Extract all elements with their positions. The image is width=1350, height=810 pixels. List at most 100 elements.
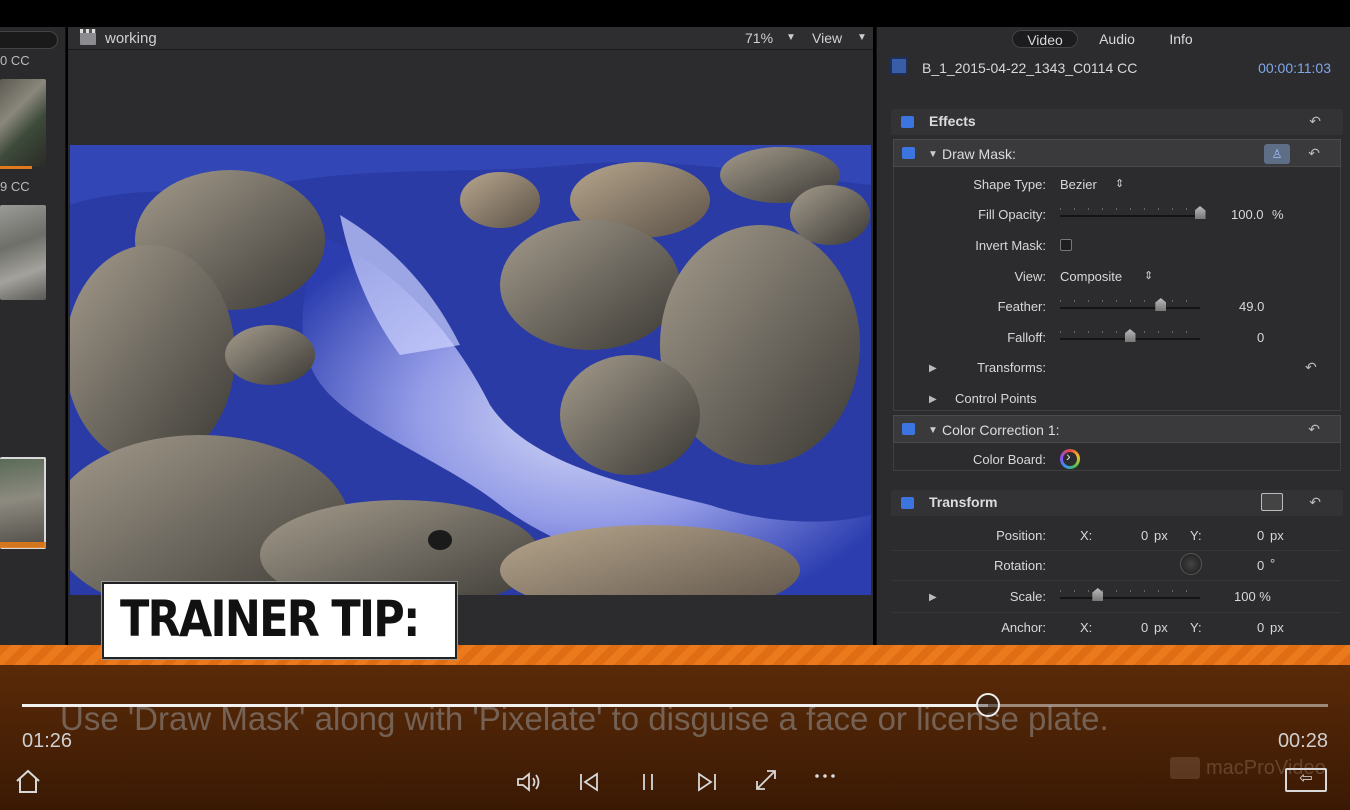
tab-info[interactable]: Info — [1163, 30, 1199, 48]
reset-icon[interactable]: ↶ — [1308, 145, 1320, 162]
y-label: Y: — [1190, 620, 1202, 635]
fill-opacity-label: Fill Opacity: — [978, 207, 1046, 222]
browser-search-field[interactable] — [0, 31, 58, 49]
zoom-dropdown-icon[interactable]: ▼ — [786, 32, 796, 43]
anchor-x-value[interactable]: 0 — [1141, 620, 1148, 635]
view-label: View: — [1014, 269, 1046, 284]
progress-bar[interactable] — [22, 704, 1328, 707]
transform-enable-checkbox[interactable] — [901, 497, 914, 509]
reset-icon[interactable]: ↶ — [1305, 359, 1328, 376]
inspector: Video Audio Info B_1_2015-04-22_1343_C01… — [876, 27, 1350, 645]
color-board-label: Color Board: — [973, 452, 1046, 467]
pause-icon[interactable] — [638, 771, 658, 793]
color-board-icon[interactable] — [1060, 448, 1080, 469]
color-correction-title: Color Correction 1: — [942, 422, 1060, 438]
trainer-tip-box: TRAINER TIP: — [102, 582, 457, 659]
viewer: working 71% ▼ View ▼ — [68, 27, 873, 645]
draw-mask-enable-checkbox[interactable] — [902, 147, 915, 159]
clip-timecode: 00:00:11:03 — [1258, 60, 1331, 76]
more-icon[interactable] — [814, 772, 836, 780]
px-unit: px — [1270, 528, 1284, 543]
clip-thumbnail[interactable] — [0, 205, 46, 300]
skip-forward-icon[interactable] — [696, 771, 718, 793]
transform-onscreen-icon[interactable] — [1261, 493, 1283, 511]
transform-section-header[interactable]: Transform ↶ — [891, 490, 1343, 516]
clip-name: B_1_2015-04-22_1343_C0114 CC — [922, 60, 1138, 76]
anchor-label: Anchor: — [1001, 620, 1046, 635]
clip-label: 9 CC — [0, 179, 30, 194]
clapper-icon — [80, 29, 96, 45]
px-unit: px — [1154, 620, 1168, 635]
volume-icon[interactable] — [516, 770, 544, 794]
feather-label: Feather: — [997, 299, 1046, 314]
invert-mask-label: Invert Mask: — [975, 238, 1046, 253]
control-points-label[interactable]: Control Points — [955, 391, 1037, 406]
feather-slider[interactable] — [1060, 298, 1200, 311]
scale-value[interactable]: 100 % — [1234, 589, 1271, 604]
clip-used-bar — [0, 542, 46, 548]
clip-used-bar — [0, 166, 32, 169]
px-unit: px — [1154, 528, 1168, 543]
draw-mask-title: Draw Mask: — [942, 146, 1016, 162]
watermark-logo — [1170, 757, 1200, 779]
shape-type-label: Shape Type: — [973, 177, 1046, 192]
clip-thumbnail[interactable] — [0, 79, 46, 167]
rotation-dial[interactable] — [1180, 553, 1202, 575]
view-menu[interactable]: View — [812, 30, 842, 46]
fill-opacity-slider[interactable] — [1060, 206, 1206, 219]
top-black-bar — [0, 0, 1350, 27]
invert-mask-checkbox[interactable] — [1060, 239, 1072, 251]
view-dropdown-icon[interactable]: ▼ — [857, 32, 867, 43]
anchor-y-value[interactable]: 0 — [1257, 620, 1264, 635]
video-frame[interactable] — [70, 145, 871, 595]
viewer-header: working 71% ▼ View ▼ — [68, 27, 873, 50]
color-correction-enable-checkbox[interactable] — [902, 423, 915, 435]
effects-section-header[interactable]: Effects ↶ — [891, 109, 1343, 135]
tab-audio[interactable]: Audio — [1089, 30, 1145, 48]
y-label: Y: — [1190, 528, 1202, 543]
falloff-slider[interactable] — [1060, 329, 1200, 342]
popup-arrows-icon[interactable]: ⇕ — [1144, 269, 1153, 282]
effects-enable-checkbox[interactable] — [901, 116, 914, 128]
row-divider — [893, 612, 1341, 613]
draw-mask-header[interactable]: ▼ Draw Mask: ♙ ↶ — [893, 139, 1341, 167]
transform-title: Transform — [929, 494, 998, 510]
elapsed-time: 01:26 — [22, 730, 73, 752]
reset-icon[interactable]: ↶ — [1309, 494, 1321, 511]
mask-tool-icon[interactable]: ♙ — [1264, 144, 1290, 164]
clip-label: 0 CC — [0, 53, 30, 68]
reset-icon[interactable]: ↶ — [1309, 113, 1321, 130]
skip-back-icon[interactable] — [578, 771, 600, 793]
rotation-value[interactable]: 0 — [1257, 558, 1264, 573]
river-rocks-image — [70, 145, 871, 595]
position-x-value[interactable]: 0 — [1141, 528, 1148, 543]
transforms-label[interactable]: Transforms: — [896, 360, 1046, 375]
row-divider — [893, 580, 1341, 581]
home-icon[interactable] — [14, 768, 42, 794]
expand-icon[interactable] — [754, 768, 778, 792]
disclosure-triangle-icon[interactable]: ▼ — [928, 149, 938, 160]
scale-label: Scale: — [1009, 589, 1046, 604]
tab-video[interactable]: Video — [1012, 30, 1078, 48]
position-label: Position: — [996, 528, 1046, 543]
x-label: X: — [1080, 528, 1093, 543]
exit-fullscreen-icon[interactable]: ⇦ — [1285, 768, 1327, 792]
color-correction-header[interactable]: ▼ Color Correction 1: ↶ — [893, 415, 1341, 443]
disclosure-triangle-icon[interactable]: ▶ — [929, 394, 937, 405]
scale-slider[interactable] — [1060, 588, 1200, 601]
falloff-value[interactable]: 0 — [1257, 330, 1264, 345]
remaining-time: 00:28 — [1277, 730, 1328, 752]
reset-icon[interactable]: ↶ — [1308, 421, 1320, 438]
position-y-value[interactable]: 0 — [1257, 528, 1264, 543]
feather-value[interactable]: 49.0 — [1239, 299, 1264, 314]
clip-thumbnail-selected[interactable] — [0, 457, 46, 549]
popup-arrows-icon[interactable]: ⇕ — [1115, 177, 1124, 190]
disclosure-triangle-icon[interactable]: ▼ — [928, 425, 938, 436]
view-value[interactable]: Composite — [1060, 269, 1122, 284]
x-label: X: — [1080, 620, 1093, 635]
zoom-level[interactable]: 71% — [745, 30, 773, 46]
trainer-tip-title: TRAINER TIP: — [120, 590, 420, 648]
shape-type-value[interactable]: Bezier — [1060, 177, 1097, 192]
event-browser: 0 CC 9 CC — [0, 27, 66, 645]
fill-opacity-value[interactable]: 100.0 — [1231, 207, 1264, 222]
